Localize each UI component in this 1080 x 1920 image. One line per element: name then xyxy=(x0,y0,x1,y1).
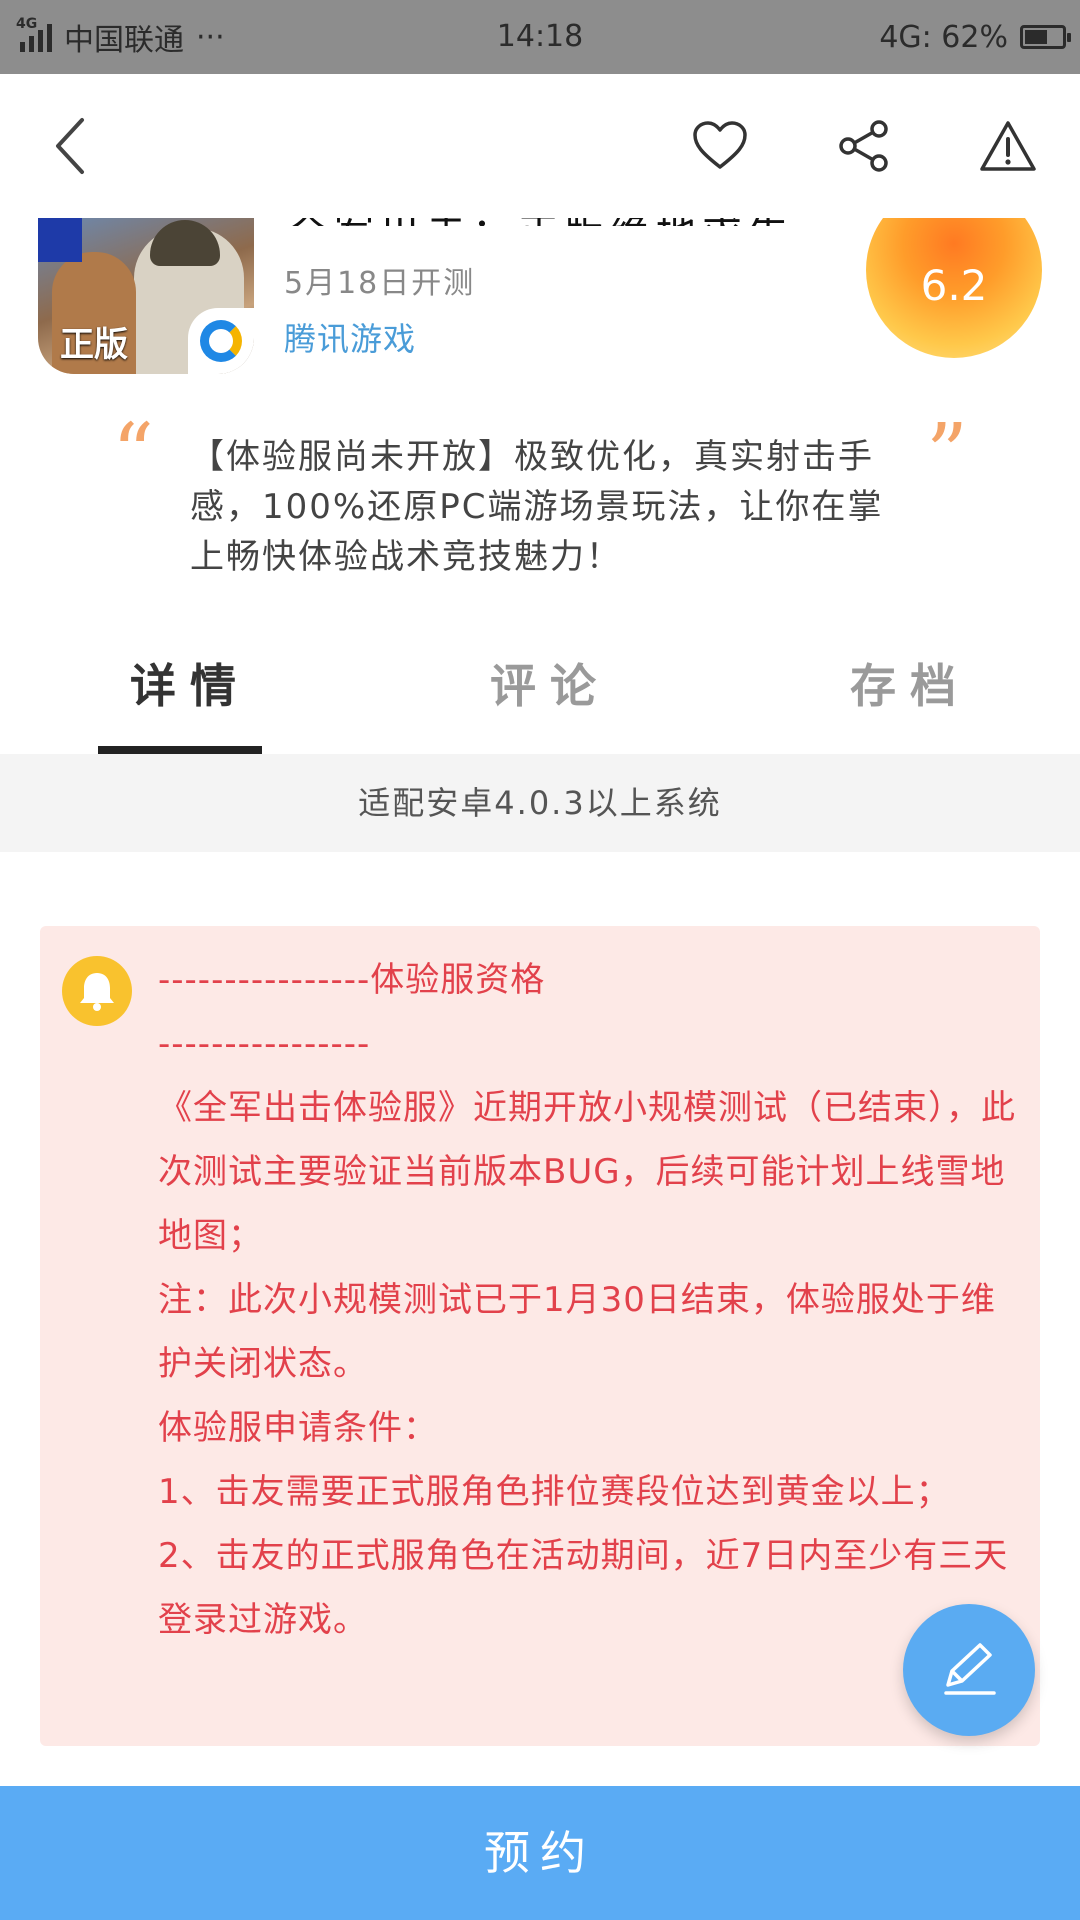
tab-comments[interactable]: 评论 xyxy=(490,650,610,716)
chevron-left-icon xyxy=(56,118,84,174)
status-bar: 4G 中国联通 ··· 14:18 4G: 62% xyxy=(0,0,1080,74)
warning-icon xyxy=(980,121,1036,171)
write-comment-button[interactable] xyxy=(903,1604,1035,1736)
back-button[interactable] xyxy=(36,110,108,182)
share-button[interactable] xyxy=(828,110,900,182)
share-icon xyxy=(839,120,888,172)
tab-saves[interactable]: 存档 xyxy=(850,650,970,716)
favorite-button[interactable] xyxy=(684,110,756,182)
game-header: 正版 全军出击：正版绝地求生 5月18日开测 腾讯游戏 6.2 xyxy=(0,218,1080,388)
tab-details[interactable]: 详情 xyxy=(130,650,250,716)
notice-line: 2、击友的正式服角色在活动期间，近7日内至少有三天登录过游戏。 xyxy=(158,1536,1009,1640)
notice-line: 体验服申请条件： xyxy=(158,1408,438,1448)
status-right: 4G: 62% xyxy=(879,0,1071,74)
toolbar xyxy=(0,74,1080,218)
description-text: 【体验服尚未开放】极致优化，真实射击手感，100%还原PC端游场景玩法，让你在掌… xyxy=(190,437,884,577)
tab-bar: 详情 评论 存档 xyxy=(0,628,1080,754)
battery-icon xyxy=(1020,25,1071,49)
pencil-icon xyxy=(944,1643,996,1695)
publisher-logo-icon xyxy=(188,308,254,374)
game-release-date: 5月18日开测 xyxy=(284,266,476,301)
open-quote-icon: “ xyxy=(112,407,154,502)
battery-level-fill xyxy=(1025,30,1047,44)
tab-active-indicator xyxy=(98,746,262,754)
game-icon[interactable]: 正版 xyxy=(38,218,254,374)
game-title: 全军出击：正版绝地求生 xyxy=(288,218,794,226)
notice-body: ----------------体验服资格 ---------------- 《… xyxy=(158,948,1018,1652)
notice-line: ----------------体验服资格 xyxy=(158,960,546,1000)
score-value: 6.2 xyxy=(920,260,988,310)
game-description: “ 【体验服尚未开放】极致优化，真实射击手感，100%还原PC端游场景玩法，让你… xyxy=(0,414,1080,590)
heart-icon xyxy=(693,121,747,169)
score-badge: 6.2 xyxy=(866,218,1042,358)
close-quote-icon: ” xyxy=(926,407,968,502)
network-battery-text: 4G: 62% xyxy=(879,19,1008,55)
notice-line: 注：此次小规模测试已于1月30日结束，体验服处于维护关闭状态。 xyxy=(158,1280,996,1384)
bell-icon xyxy=(62,956,132,1026)
notice-line: ---------------- xyxy=(158,1024,371,1064)
compatibility-banner: 适配安卓4.0.3以上系统 xyxy=(0,754,1080,852)
notice-line: 《全军出击体验服》近期开放小规模测试（已结束），此次测试主要验证当前版本BUG，… xyxy=(158,1088,1016,1256)
notice-line: 1、击友需要正式服角色排位赛段位达到黄金以上； xyxy=(158,1472,951,1512)
reserve-button[interactable]: 预约 xyxy=(0,1786,1080,1920)
game-publisher-link[interactable]: 腾讯游戏 xyxy=(284,314,416,360)
game-icon-tag: 正版 xyxy=(60,325,128,365)
notice-box: ----------------体验服资格 ---------------- 《… xyxy=(40,926,1040,1746)
report-button[interactable] xyxy=(972,110,1044,182)
